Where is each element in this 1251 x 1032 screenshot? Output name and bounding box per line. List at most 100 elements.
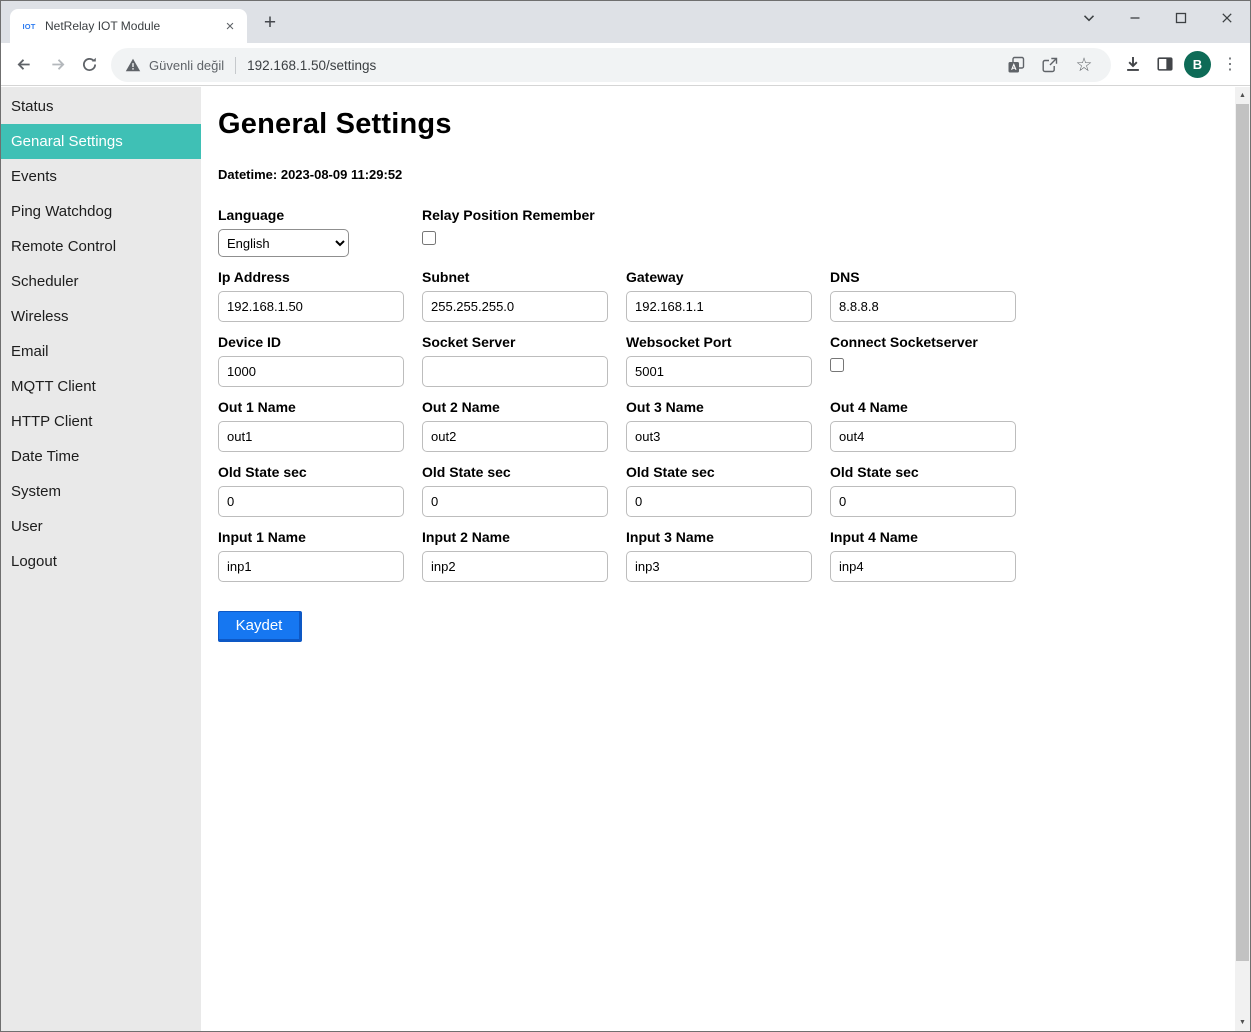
input1-name-label: Input 1 Name [218,529,422,545]
back-icon[interactable] [7,48,39,80]
reload-icon[interactable] [73,48,105,80]
share-icon[interactable] [1037,52,1063,78]
websocket-port-label: Websocket Port [626,334,830,350]
field-relay-position-remember: Relay Position Remember [422,207,626,257]
out1-name-input[interactable] [218,421,404,452]
sidebar-item-mqtt-client[interactable]: MQTT Client [1,369,201,404]
field-input4-name: Input 4 Name [830,529,1034,582]
tab-title: NetRelay IOT Module [45,19,221,33]
old-state-4-label: Old State sec [830,464,1034,480]
scroll-up-arrow-icon[interactable]: ▲ [1235,87,1250,103]
sidebar-item-general-settings[interactable]: Genaral Settings [1,124,201,159]
relay-position-remember-label: Relay Position Remember [422,207,626,223]
socket-server-label: Socket Server [422,334,626,350]
sidebar-item-logout[interactable]: Logout [1,544,201,579]
input1-name-input[interactable] [218,551,404,582]
dns-input[interactable] [830,291,1016,322]
side-panel-icon[interactable] [1149,48,1181,80]
sidebar-item-events[interactable]: Events [1,159,201,194]
input4-name-label: Input 4 Name [830,529,1034,545]
settings-page: General Settings Datetime: 2023-08-09 11… [201,87,1235,1031]
field-out4-name: Out 4 Name [830,399,1034,452]
field-input1-name: Input 1 Name [218,529,422,582]
translate-icon[interactable] [1003,52,1029,78]
tab-search-chevron-icon[interactable] [1066,1,1112,34]
device-id-input[interactable] [218,356,404,387]
address-bar[interactable]: Güvenli değil 192.168.1.50/settings ☆ [111,48,1111,82]
datetime-label: Datetime: 2023-08-09 11:29:52 [218,167,1235,182]
scroll-down-arrow-icon[interactable]: ▼ [1235,1014,1250,1030]
ip-address-input[interactable] [218,291,404,322]
old-state-3-input[interactable] [626,486,812,517]
site-favicon-icon: IOT [20,17,38,35]
input3-name-input[interactable] [626,551,812,582]
field-old-state-3: Old State sec [626,464,830,517]
scrollbar-thumb[interactable] [1236,104,1249,961]
sidebar-item-status[interactable]: Status [1,89,201,124]
profile-avatar[interactable]: B [1184,51,1211,78]
download-icon[interactable] [1117,48,1149,80]
page-title: General Settings [218,108,1235,141]
out1-name-label: Out 1 Name [218,399,422,415]
connect-socketserver-checkbox[interactable] [830,358,844,372]
old-state-3-label: Old State sec [626,464,830,480]
sidebar-item-remote-control[interactable]: Remote Control [1,229,201,264]
sidebar-item-date-time[interactable]: Date Time [1,439,201,474]
input3-name-label: Input 3 Name [626,529,830,545]
field-ip-address: Ip Address [218,269,422,322]
browser-menu-dots-icon[interactable]: ⋮ [1214,48,1246,80]
save-button[interactable]: Kaydet [218,611,302,642]
device-id-label: Device ID [218,334,422,350]
url-text: 192.168.1.50/settings [247,58,376,73]
language-select[interactable]: English [218,229,349,257]
field-connect-socketserver: Connect Socketserver [830,334,1034,387]
settings-form: Language English Relay Position Remember… [218,207,1235,642]
page-scrollbar[interactable]: ▲ ▼ [1235,87,1250,1031]
gateway-input[interactable] [626,291,812,322]
out4-name-input[interactable] [830,421,1016,452]
old-state-1-input[interactable] [218,486,404,517]
new-tab-button[interactable]: + [257,10,283,36]
bookmark-star-icon[interactable]: ☆ [1071,52,1097,78]
sidebar-item-wireless[interactable]: Wireless [1,299,201,334]
subnet-label: Subnet [422,269,626,285]
sidebar-item-user[interactable]: User [1,509,201,544]
tab-close-icon[interactable]: × [221,17,239,35]
field-gateway: Gateway [626,269,830,322]
browser-window: IOT NetRelay IOT Module × + [0,0,1251,1032]
input4-name-input[interactable] [830,551,1016,582]
old-state-2-label: Old State sec [422,464,626,480]
sidebar-item-email[interactable]: Email [1,334,201,369]
out3-name-input[interactable] [626,421,812,452]
out2-name-input[interactable] [422,421,608,452]
field-out3-name: Out 3 Name [626,399,830,452]
old-state-1-label: Old State sec [218,464,422,480]
gateway-label: Gateway [626,269,830,285]
relay-position-remember-checkbox[interactable] [422,231,436,245]
minimize-icon[interactable] [1112,1,1158,34]
field-subnet: Subnet [422,269,626,322]
forward-icon[interactable] [42,48,74,80]
field-websocket-port: Websocket Port [626,334,830,387]
input2-name-label: Input 2 Name [422,529,626,545]
sidebar-item-system[interactable]: System [1,474,201,509]
not-secure-warning-icon[interactable] [125,57,141,73]
old-state-4-input[interactable] [830,486,1016,517]
browser-toolbar: Güvenli değil 192.168.1.50/settings ☆ B … [1,43,1250,86]
browser-tab[interactable]: IOT NetRelay IOT Module × [10,9,247,43]
websocket-port-input[interactable] [626,356,812,387]
close-window-icon[interactable] [1204,1,1250,34]
field-old-state-2: Old State sec [422,464,626,517]
field-out2-name: Out 2 Name [422,399,626,452]
sidebar-nav: Status Genaral Settings Events Ping Watc… [1,87,201,1031]
old-state-2-input[interactable] [422,486,608,517]
security-label[interactable]: Güvenli değil [149,58,224,73]
sidebar-item-ping-watchdog[interactable]: Ping Watchdog [1,194,201,229]
maximize-icon[interactable] [1158,1,1204,34]
sidebar-item-http-client[interactable]: HTTP Client [1,404,201,439]
input2-name-input[interactable] [422,551,608,582]
out3-name-label: Out 3 Name [626,399,830,415]
socket-server-input[interactable] [422,356,608,387]
subnet-input[interactable] [422,291,608,322]
sidebar-item-scheduler[interactable]: Scheduler [1,264,201,299]
